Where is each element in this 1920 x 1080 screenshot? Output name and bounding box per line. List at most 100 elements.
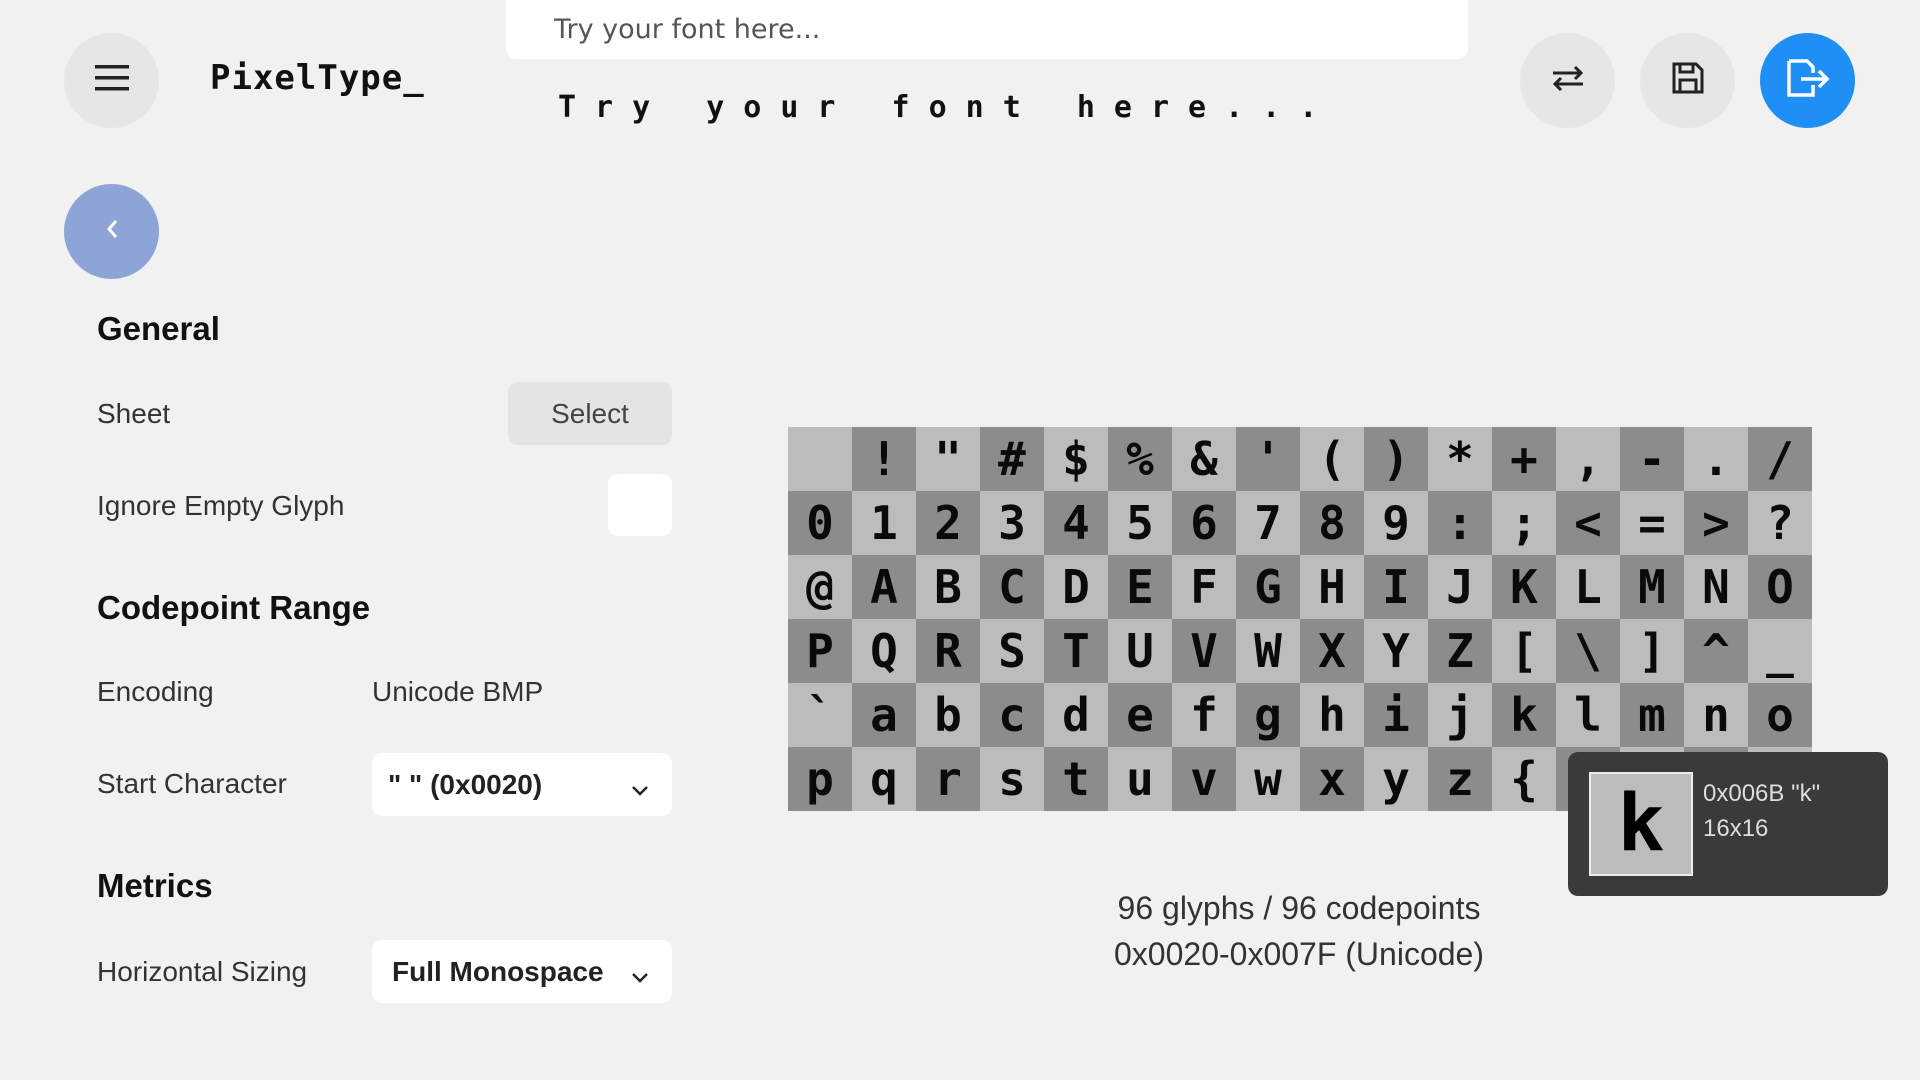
glyph-cell[interactable]: F xyxy=(1172,555,1236,619)
menu-button[interactable] xyxy=(64,33,159,128)
glyph-cell[interactable]: V xyxy=(1172,619,1236,683)
glyph-cell[interactable]: . xyxy=(1684,427,1748,491)
glyph-cell[interactable]: ? xyxy=(1748,491,1812,555)
glyph-cell[interactable]: w xyxy=(1236,747,1300,811)
glyph-cell[interactable]: J xyxy=(1428,555,1492,619)
glyph-cell[interactable]: j xyxy=(1428,683,1492,747)
glyph-cell[interactable]: E xyxy=(1108,555,1172,619)
glyph-cell[interactable]: S xyxy=(980,619,1044,683)
font-test-input[interactable] xyxy=(506,0,1454,59)
glyph-cell[interactable]: [ xyxy=(1492,619,1556,683)
glyph-cell[interactable]: t xyxy=(1044,747,1108,811)
glyph-cell[interactable]: 3 xyxy=(980,491,1044,555)
glyph-cell[interactable]: + xyxy=(1492,427,1556,491)
save-button[interactable] xyxy=(1640,33,1735,128)
glyph-cell[interactable]: r xyxy=(916,747,980,811)
glyph-cell[interactable]: Z xyxy=(1428,619,1492,683)
glyph-cell[interactable]: \ xyxy=(1556,619,1620,683)
glyph-cell[interactable]: % xyxy=(1108,427,1172,491)
swap-button[interactable] xyxy=(1520,33,1615,128)
glyph-cell[interactable]: ( xyxy=(1300,427,1364,491)
glyph-cell[interactable]: # xyxy=(980,427,1044,491)
glyph-cell[interactable]: n xyxy=(1684,683,1748,747)
glyph-cell[interactable]: { xyxy=(1492,747,1556,811)
glyph-cell[interactable]: ; xyxy=(1492,491,1556,555)
glyph-cell[interactable]: q xyxy=(852,747,916,811)
glyph-cell[interactable]: X xyxy=(1300,619,1364,683)
glyph-cell[interactable]: o xyxy=(1748,683,1812,747)
glyph-cell[interactable]: = xyxy=(1620,491,1684,555)
glyph-cell[interactable]: h xyxy=(1300,683,1364,747)
glyph-cell[interactable]: Q xyxy=(852,619,916,683)
glyph-cell[interactable]: 4 xyxy=(1044,491,1108,555)
ignore-empty-glyph-toggle[interactable] xyxy=(608,474,672,536)
glyph-cell[interactable]: g xyxy=(1236,683,1300,747)
glyph-cell[interactable]: d xyxy=(1044,683,1108,747)
glyph-cell[interactable]: 5 xyxy=(1108,491,1172,555)
glyph-cell[interactable]: Y xyxy=(1364,619,1428,683)
glyph-cell[interactable]: D xyxy=(1044,555,1108,619)
glyph-cell[interactable]: / xyxy=(1748,427,1812,491)
glyph-cell[interactable]: s xyxy=(980,747,1044,811)
glyph-cell[interactable]: A xyxy=(852,555,916,619)
glyph-cell[interactable]: , xyxy=(1556,427,1620,491)
glyph-cell[interactable]: b xyxy=(916,683,980,747)
glyph-cell[interactable] xyxy=(788,427,852,491)
glyph-cell[interactable]: M xyxy=(1620,555,1684,619)
glyph-cell[interactable]: e xyxy=(1108,683,1172,747)
glyph-cell[interactable]: " xyxy=(916,427,980,491)
select-sheet-button[interactable]: Select xyxy=(508,382,672,445)
back-button[interactable] xyxy=(64,184,159,279)
glyph-cell[interactable]: - xyxy=(1620,427,1684,491)
glyph-cell[interactable]: 2 xyxy=(916,491,980,555)
glyph-cell[interactable]: 6 xyxy=(1172,491,1236,555)
glyph-cell[interactable]: U xyxy=(1108,619,1172,683)
glyph-cell[interactable]: O xyxy=(1748,555,1812,619)
glyph-cell[interactable]: * xyxy=(1428,427,1492,491)
glyph-cell[interactable]: ^ xyxy=(1684,619,1748,683)
glyph-cell[interactable]: L xyxy=(1556,555,1620,619)
glyph-cell[interactable]: ! xyxy=(852,427,916,491)
glyph-cell[interactable]: y xyxy=(1364,747,1428,811)
glyph-cell[interactable]: z xyxy=(1428,747,1492,811)
glyph-cell[interactable]: B xyxy=(916,555,980,619)
glyph-cell[interactable]: R xyxy=(916,619,980,683)
glyph-cell[interactable]: 1 xyxy=(852,491,916,555)
glyph-cell[interactable]: ) xyxy=(1364,427,1428,491)
glyph-cell[interactable]: T xyxy=(1044,619,1108,683)
glyph-cell[interactable]: < xyxy=(1556,491,1620,555)
glyph-cell[interactable]: x xyxy=(1300,747,1364,811)
glyph-cell[interactable]: u xyxy=(1108,747,1172,811)
glyph-cell[interactable]: @ xyxy=(788,555,852,619)
glyph-cell[interactable]: C xyxy=(980,555,1044,619)
export-button[interactable] xyxy=(1760,33,1855,128)
glyph-cell[interactable]: 7 xyxy=(1236,491,1300,555)
glyph-cell[interactable]: K xyxy=(1492,555,1556,619)
glyph-cell[interactable]: H xyxy=(1300,555,1364,619)
glyph-cell[interactable]: G xyxy=(1236,555,1300,619)
glyph-cell[interactable]: l xyxy=(1556,683,1620,747)
glyph-cell[interactable]: ` xyxy=(788,683,852,747)
glyph-cell[interactable]: : xyxy=(1428,491,1492,555)
glyph-cell[interactable]: P xyxy=(788,619,852,683)
glyph-cell[interactable]: m xyxy=(1620,683,1684,747)
horizontal-sizing-dropdown[interactable]: Full Monospace xyxy=(372,940,672,1003)
glyph-cell[interactable]: a xyxy=(852,683,916,747)
glyph-cell[interactable]: > xyxy=(1684,491,1748,555)
glyph-cell[interactable]: 9 xyxy=(1364,491,1428,555)
glyph-cell[interactable]: v xyxy=(1172,747,1236,811)
glyph-cell[interactable]: p xyxy=(788,747,852,811)
glyph-cell[interactable]: c xyxy=(980,683,1044,747)
glyph-cell[interactable]: 8 xyxy=(1300,491,1364,555)
glyph-cell[interactable]: ' xyxy=(1236,427,1300,491)
glyph-cell[interactable]: f xyxy=(1172,683,1236,747)
glyph-cell[interactable]: $ xyxy=(1044,427,1108,491)
glyph-cell[interactable]: k xyxy=(1492,683,1556,747)
glyph-cell[interactable]: 0 xyxy=(788,491,852,555)
glyph-cell[interactable]: N xyxy=(1684,555,1748,619)
glyph-cell[interactable]: ] xyxy=(1620,619,1684,683)
start-character-dropdown[interactable]: " " (0x0020) xyxy=(372,753,672,816)
glyph-cell[interactable]: & xyxy=(1172,427,1236,491)
glyph-cell[interactable]: _ xyxy=(1748,619,1812,683)
glyph-cell[interactable]: W xyxy=(1236,619,1300,683)
